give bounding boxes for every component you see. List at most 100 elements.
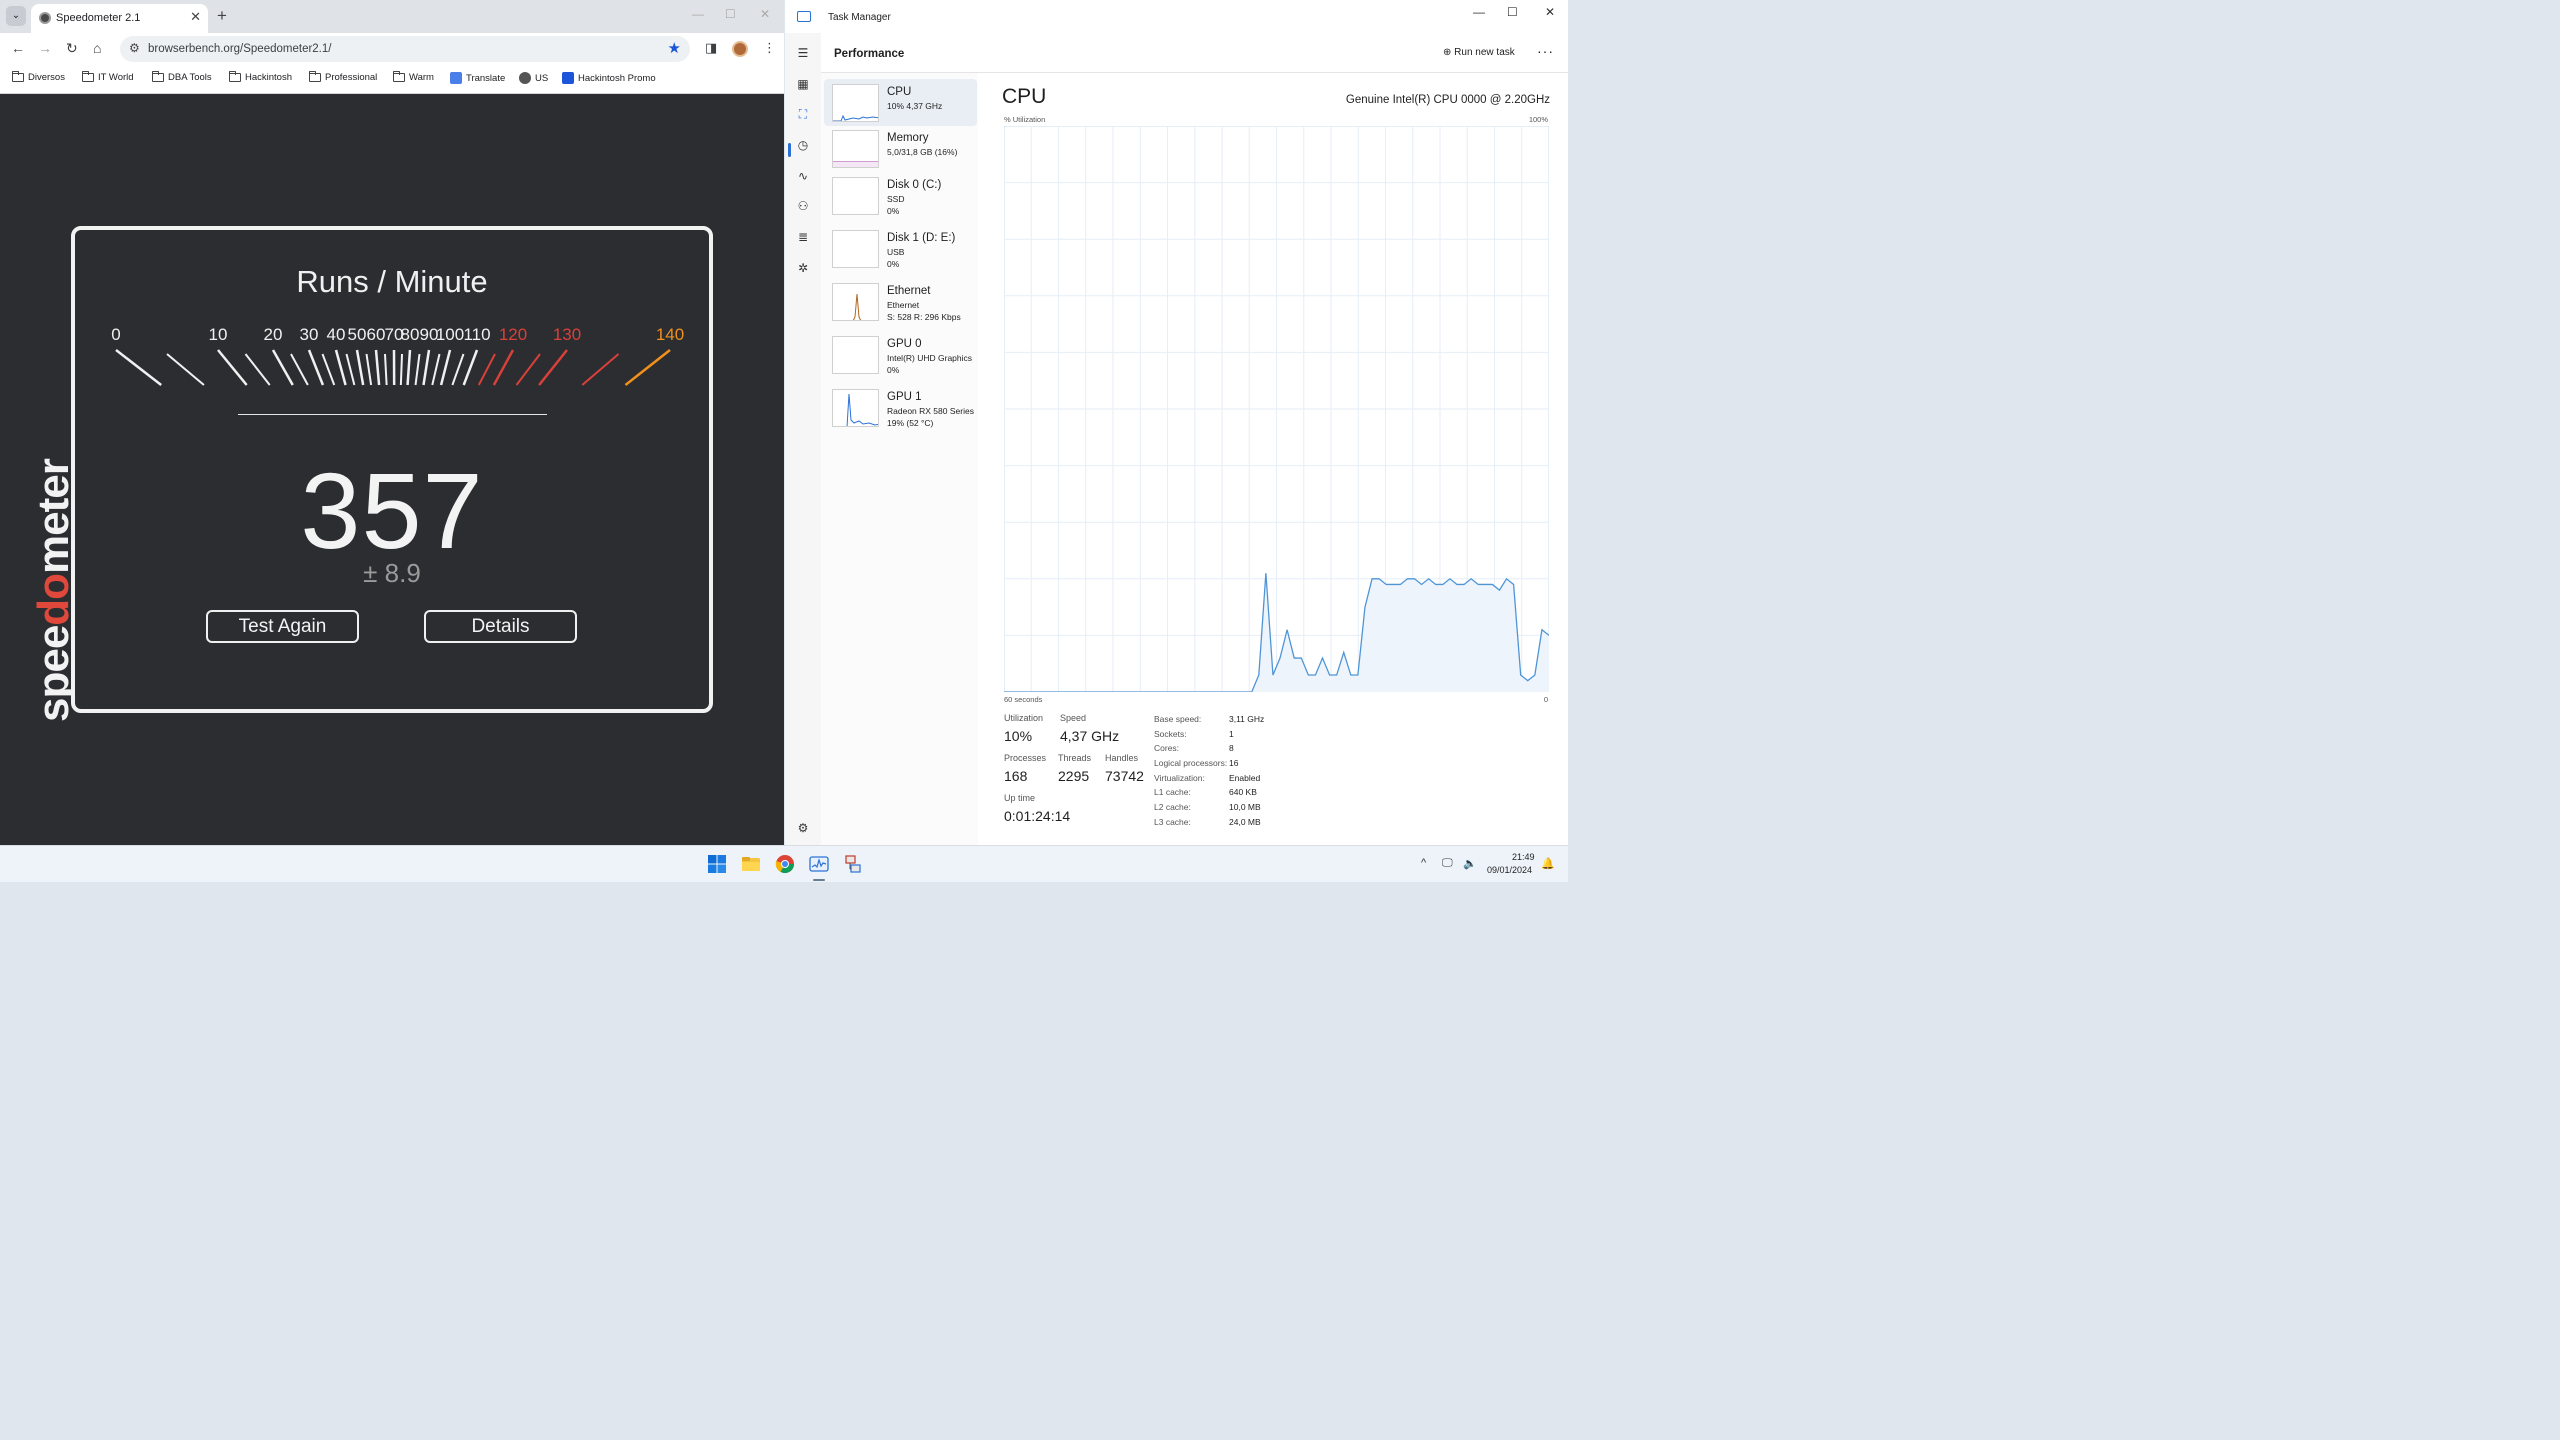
speed-value: 4,37 GHz (1060, 728, 1120, 744)
bookmark-folder-it-world[interactable]: IT World (82, 71, 134, 83)
home-icon[interactable]: ⌂ (93, 40, 101, 56)
performance-icon[interactable]: ⛶ (795, 106, 811, 122)
spec-value: 640 KB (1229, 787, 1257, 797)
resource-gpu-1[interactable]: GPU 1 Radeon RX 580 Series 19% (52 °C) (824, 384, 977, 431)
close-tab-icon[interactable]: ✕ (190, 9, 201, 25)
bookmark-us[interactable]: US (519, 72, 548, 84)
services-icon[interactable]: ✲ (795, 260, 811, 276)
bookmark-folder-diversos[interactable]: Diversos (12, 71, 65, 83)
gauge-label: 120 (499, 325, 527, 344)
spec-value: 16 (1229, 758, 1239, 768)
resource-gpu-0[interactable]: GPU 0 Intel(R) UHD Graphics 0% (824, 331, 977, 378)
run-new-task-button[interactable]: ⊕ Run new task (1443, 47, 1515, 58)
gauge-tick (307, 349, 325, 386)
bookmark-folder-hackintosh[interactable]: Hackintosh (229, 71, 292, 83)
resource-name: GPU 0 (887, 338, 922, 350)
chrome-icon[interactable] (774, 853, 796, 875)
speed-label: Speed (1060, 713, 1087, 723)
forward-arrow-icon[interactable]: → (38, 40, 52, 56)
resource-detail-2: S: 528 R: 296 Kbps (887, 312, 961, 322)
gauge-label: 20 (264, 325, 283, 344)
side-panel-icon[interactable]: ◨ (705, 40, 717, 56)
gauge-tick (384, 353, 388, 386)
memory-thumbnail (832, 130, 879, 168)
resource-list: CPU 10% 4,37 GHz Memory 5,0/31,8 GB (16%… (821, 73, 978, 845)
minimize-button[interactable]: — (1473, 5, 1485, 19)
spec-value: Enabled (1229, 773, 1261, 783)
resource-detail-2: 19% (52 °C) (887, 418, 934, 428)
notification-bell-icon[interactable]: 🔔 (1541, 857, 1555, 870)
close-window-button[interactable]: ✕ (760, 7, 770, 21)
minimize-button[interactable]: — (692, 7, 704, 21)
settings-gear-icon[interactable]: ⚙ (795, 820, 811, 836)
gauge-label: 0 (111, 325, 120, 344)
file-explorer-icon[interactable] (740, 853, 762, 875)
maximize-button[interactable]: ☐ (1507, 5, 1518, 19)
time-axis-label: 60 seconds (1004, 695, 1043, 704)
processes-icon[interactable]: ▦ (795, 76, 811, 92)
details-button[interactable]: Details (424, 610, 577, 643)
resource-disk-1[interactable]: Disk 1 (D: E:) USB 0% (824, 225, 977, 272)
menu-kebab-icon[interactable]: ⋮ (763, 40, 776, 56)
resource-name: Disk 0 (C:) (887, 179, 942, 191)
resource-cpu[interactable]: CPU 10% 4,37 GHz (824, 79, 977, 126)
gauge-tick (515, 353, 541, 386)
clock-date[interactable]: 09/01/2024 (1487, 865, 1532, 875)
more-options-icon[interactable]: ··· (1537, 43, 1554, 59)
resource-ethernet[interactable]: Ethernet Ethernet S: 528 R: 296 Kbps (824, 278, 977, 325)
details-icon[interactable]: ≣ (795, 229, 811, 245)
bookmark-folder-professional[interactable]: Professional (309, 71, 377, 83)
bookmark-label: Hackintosh (245, 72, 292, 83)
show-hidden-icons-chevron[interactable]: ^ (1421, 857, 1426, 869)
performance-header: Performance ⊕ Run new task ··· (821, 33, 1568, 73)
maximize-button[interactable]: ☐ (725, 7, 736, 21)
reload-icon[interactable]: ↻ (66, 40, 78, 57)
gauge-tick (399, 353, 403, 386)
resource-memory[interactable]: Memory 5,0/31,8 GB (16%) (824, 125, 977, 172)
folder-icon (393, 71, 405, 82)
app-history-icon[interactable]: ◷ (795, 137, 811, 153)
network-icon[interactable]: 🖵 (1442, 857, 1453, 870)
bookmark-star-icon[interactable]: ★ (668, 39, 681, 57)
back-arrow-icon[interactable]: ← (11, 40, 25, 56)
new-tab-button[interactable]: + (217, 6, 227, 26)
test-again-button[interactable]: Test Again (206, 610, 359, 643)
volume-icon[interactable]: 🔈 (1463, 857, 1477, 870)
task-manager-window: Task Manager — ☐ ✕ ☰ ▦ ⛶ ◷ ∿ ⚇ ≣ ✲ ⚙ Per… (785, 0, 1568, 845)
startup-apps-icon[interactable]: ∿ (795, 168, 811, 184)
task-manager-taskbar-icon[interactable] (808, 853, 830, 875)
resource-disk-0[interactable]: Disk 0 (C:) SSD 0% (824, 172, 977, 219)
network-tool-icon[interactable] (842, 853, 864, 875)
hamburger-menu-icon[interactable]: ☰ (795, 45, 811, 61)
spec-value: 1 (1229, 729, 1234, 739)
uptime-value: 0:01:24:14 (1004, 808, 1071, 824)
close-window-button[interactable]: ✕ (1545, 5, 1555, 19)
handles-value: 73742 (1105, 768, 1144, 784)
resource-name: Memory (887, 132, 929, 144)
gauge-tick (431, 353, 441, 386)
gauge-tick (581, 353, 620, 386)
tab-speedometer[interactable]: Speedometer 2.1 ✕ (31, 4, 208, 33)
users-icon[interactable]: ⚇ (795, 198, 811, 214)
task-manager-app-icon (797, 11, 811, 22)
bookmark-hackintosh-promo[interactable]: Hackintosh Promo (562, 72, 656, 84)
resource-detail: SSD (887, 194, 905, 204)
spec-label: L1 cache: (1154, 787, 1191, 797)
bookmark-folder-warm[interactable]: Warm (393, 71, 434, 83)
bookmark-translate[interactable]: Translate (450, 72, 505, 84)
tab-search-button[interactable]: ⌄ (6, 6, 26, 26)
processes-label: Processes (1004, 753, 1047, 763)
handles-label: Handles (1105, 753, 1139, 763)
running-indicator (813, 879, 825, 881)
windows-start-icon[interactable] (706, 853, 728, 875)
time-axis-min: 0 (1543, 695, 1548, 704)
bookmark-folder-dba-tools[interactable]: DBA Tools (152, 71, 212, 83)
address-bar[interactable]: ⚙ browserbench.org/Speedometer2.1/ ★ (120, 36, 690, 62)
disk-0-thumbnail (832, 177, 879, 215)
bookmark-label: Translate (466, 72, 506, 84)
tab-strip: ⌄ Speedometer 2.1 ✕ + — ☐ ✕ (0, 0, 784, 33)
resource-detail-2: 0% (887, 206, 900, 216)
site-info-icon[interactable]: ⚙ (129, 41, 140, 55)
profile-avatar[interactable] (732, 41, 748, 57)
clock-time[interactable]: 21:49 (1512, 852, 1535, 862)
